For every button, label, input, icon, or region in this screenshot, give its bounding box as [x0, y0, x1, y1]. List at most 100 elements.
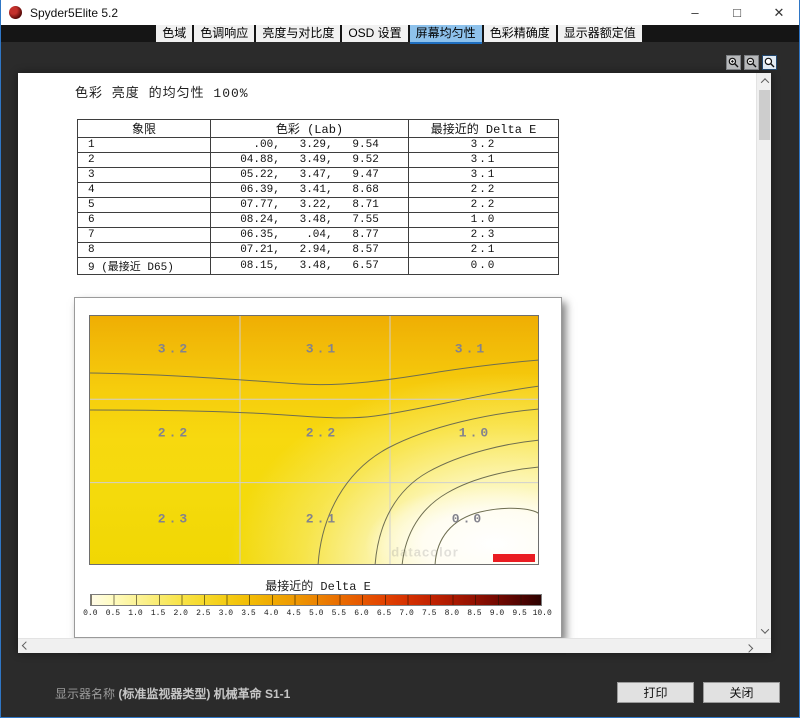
delta-e-contour-map: datacolor 3.2 3.1 3.1 2.2 2.2 1.0 2.3 2.…: [89, 315, 539, 565]
tab-brightness-contrast[interactable]: 亮度与对比度: [256, 25, 340, 42]
delta-cell: 2.2: [409, 183, 559, 198]
scale-tick: 9.5: [508, 609, 531, 618]
scale-tick: 3.0: [215, 609, 238, 618]
maximize-button[interactable]: □: [716, 0, 758, 25]
vertical-scrollbar[interactable]: [756, 73, 771, 638]
cell-value: 3.2: [158, 342, 190, 357]
sensor-position-marker: [493, 554, 535, 562]
delta-cell: 2.3: [409, 228, 559, 243]
window-controls: – □ ✕: [674, 0, 800, 25]
tab-tone-response[interactable]: 色调响应: [194, 25, 254, 42]
window-title: Spyder5Elite 5.2: [30, 6, 118, 20]
minimize-icon: –: [691, 5, 698, 20]
quadrant-cell: 2: [78, 153, 211, 168]
lab-cell: 08.24, 3.48, 7.55: [211, 213, 409, 228]
chevron-up-icon: [760, 78, 768, 86]
horizontal-scrollbar[interactable]: [18, 638, 771, 653]
scale-tick: 0.0: [79, 609, 102, 618]
lab-cell: .00, 3.29, 9.54: [211, 138, 409, 153]
page-title: 色彩 亮度 的均匀性 100%: [75, 82, 249, 101]
quadrant-cell: 8: [78, 243, 211, 258]
delta-cell: 2.2: [409, 198, 559, 213]
delta-cell: 0.0: [409, 258, 559, 275]
delta-cell: 3.1: [409, 168, 559, 183]
scale-tick: 2.5: [192, 609, 215, 618]
monitor-name-label: 显示器名称: [55, 687, 118, 701]
watermark-text: datacolor: [391, 545, 459, 560]
tab-screen-uniformity[interactable]: 屏幕均匀性: [410, 25, 482, 42]
scroll-up-button[interactable]: [757, 73, 772, 88]
zoom-select-button[interactable]: [762, 55, 777, 70]
scale-tick: 5.0: [305, 609, 328, 618]
cell-value: 1.0: [459, 426, 491, 441]
uniformity-table: 象限 色彩 (Lab) 最接近的 Delta E 1 .00, 3.29, 9.…: [77, 119, 559, 275]
scale-tick-labels: 0.0 0.5 1.0 1.5 2.0 2.5 3.0 3.5 4.0 4.5 …: [79, 609, 554, 618]
scale-tick: 5.5: [328, 609, 351, 618]
scroll-right-button[interactable]: [741, 639, 756, 654]
header-lab: 色彩 (Lab): [211, 120, 409, 138]
tab-color-accuracy[interactable]: 色彩精确度: [484, 25, 556, 42]
table-row: 406.39, 3.41, 8.682.2: [78, 183, 559, 198]
close-icon: ✕: [774, 5, 785, 21]
tab-osd-settings[interactable]: OSD 设置: [342, 25, 407, 42]
delta-cell: 1.0: [409, 213, 559, 228]
scale-tick: 1.5: [147, 609, 170, 618]
cell-value: 3.1: [306, 342, 338, 357]
scale-tick: 4.5: [282, 609, 305, 618]
scale-tick: 1.0: [124, 609, 147, 618]
table-row: 305.22, 3.47, 9.473.1: [78, 168, 559, 183]
tab-display-rating[interactable]: 显示器额定值: [558, 25, 642, 42]
zoom-out-button[interactable]: [744, 55, 759, 70]
uniformity-chart: datacolor 3.2 3.1 3.1 2.2 2.2 1.0 2.3 2.…: [74, 297, 562, 638]
close-button[interactable]: ✕: [758, 0, 800, 25]
cell-value: 2.2: [306, 426, 338, 441]
scale-tick: 8.0: [441, 609, 464, 618]
scale-tick: 2.0: [169, 609, 192, 618]
scale-tick: 6.0: [350, 609, 373, 618]
print-button[interactable]: 打印: [617, 682, 694, 703]
quadrant-cell: 6: [78, 213, 211, 228]
table-row: 807.21, 2.94, 8.572.1: [78, 243, 559, 258]
cell-value: 2.1: [306, 512, 338, 527]
quadrant-cell: 4: [78, 183, 211, 198]
tab-gamut[interactable]: 色域: [156, 25, 192, 42]
close-dialog-button[interactable]: 关闭: [703, 682, 780, 703]
report-panel: 色彩 亮度 的均匀性 100% 象限 色彩 (Lab) 最接近的 Delta E…: [18, 73, 771, 653]
table-row: 507.77, 3.22, 8.712.2: [78, 198, 559, 213]
cell-value: 0.0: [452, 512, 484, 527]
quadrant-cell: 9 (最接近 D65): [78, 258, 211, 275]
table-header-row: 象限 色彩 (Lab) 最接近的 Delta E: [78, 120, 559, 138]
monitor-status: 显示器名称 (标准监视器类型) 机械革命 S1-1: [55, 685, 290, 702]
chevron-left-icon: [21, 641, 29, 649]
zoom-in-button[interactable]: [726, 55, 741, 70]
table-row: 9 (最接近 D65)08.15, 3.48, 6.570.0: [78, 258, 559, 275]
minimize-button[interactable]: –: [674, 0, 716, 25]
scale-tick: 10.0: [531, 609, 554, 618]
zoom-out-icon: [746, 57, 757, 68]
delta-cell: 3.2: [409, 138, 559, 153]
cell-value: 2.3: [158, 512, 190, 527]
lab-cell: 06.35, .04, 8.77: [211, 228, 409, 243]
cell-value: 2.2: [158, 426, 190, 441]
table-row: 1 .00, 3.29, 9.543.2: [78, 138, 559, 153]
delta-cell: 2.1: [409, 243, 559, 258]
scale-tick: 7.0: [395, 609, 418, 618]
scale-tick: 8.5: [463, 609, 486, 618]
lab-cell: 06.39, 3.41, 8.68: [211, 183, 409, 198]
scroll-down-button[interactable]: [757, 623, 772, 638]
lab-cell: 05.22, 3.47, 9.47: [211, 168, 409, 183]
quadrant-cell: 7: [78, 228, 211, 243]
vertical-scroll-thumb[interactable]: [759, 90, 770, 140]
monitor-name-value: (标准监视器类型) 机械革命 S1-1: [118, 687, 290, 701]
scale-tick: 4.0: [260, 609, 283, 618]
scale-tick: 9.0: [486, 609, 509, 618]
table-row: 608.24, 3.48, 7.551.0: [78, 213, 559, 228]
scale-tick: 0.5: [102, 609, 125, 618]
app-logo-icon: [9, 6, 22, 19]
chevron-right-icon: [744, 644, 752, 652]
delta-cell: 3.1: [409, 153, 559, 168]
zoom-toolbar: [726, 55, 777, 70]
quadrant-cell: 3: [78, 168, 211, 183]
scroll-left-button[interactable]: [18, 639, 33, 654]
lab-cell: 08.15, 3.48, 6.57: [211, 258, 409, 275]
